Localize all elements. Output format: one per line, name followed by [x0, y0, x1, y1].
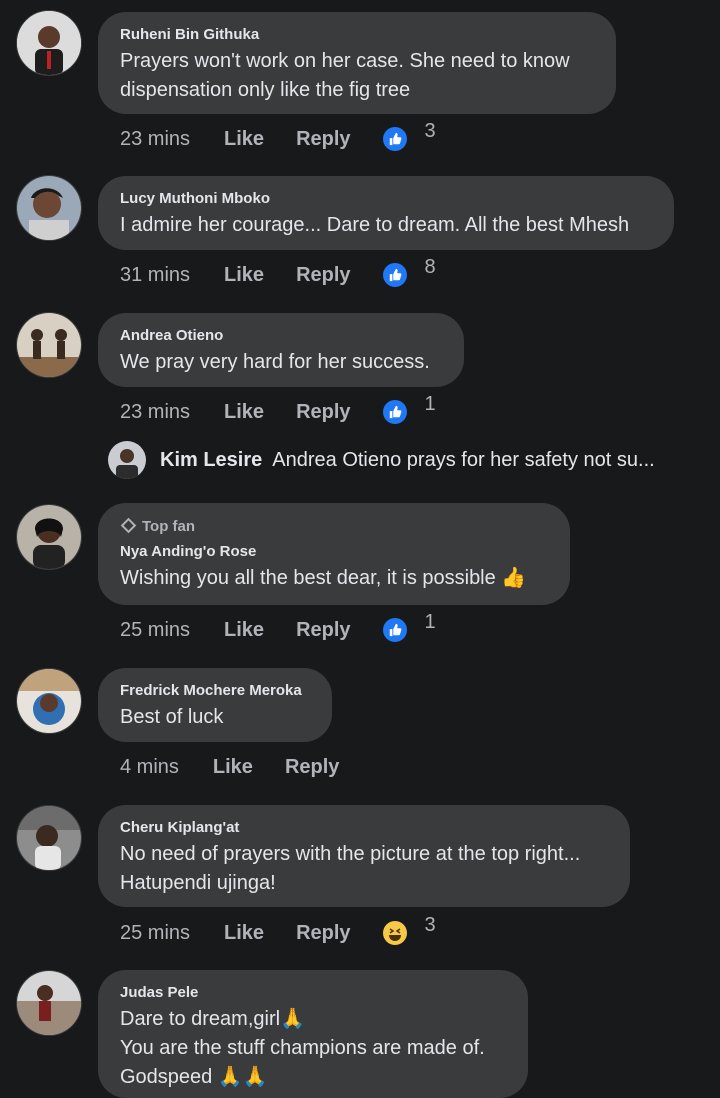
comment-time[interactable]: 25 mins	[120, 619, 190, 642]
folded-hands-emoji: 🙏🙏	[217, 1066, 268, 1088]
comment-author[interactable]: Cheru Kiplang'at	[120, 819, 608, 837]
reaction-count[interactable]: 3	[425, 120, 436, 143]
comment-text: Best of luck	[120, 706, 224, 728]
laughing-face-icon[interactable]	[382, 921, 407, 945]
comment-text: I admire her courage... Dare to dream. A…	[120, 214, 630, 236]
comment-text-line-text: Dare to dream,girl	[120, 1008, 281, 1030]
reply-author[interactable]: Kim Lesire	[160, 449, 262, 472]
comment-bubble: Judas Pele Dare to dream,girl🙏 You are t…	[98, 970, 528, 1098]
comment-text-line: Hatupendi ujinga!	[120, 872, 276, 894]
avatar[interactable]	[16, 805, 82, 871]
comment-meta: 25 mins Like Reply 1	[120, 611, 436, 645]
avatar[interactable]	[16, 175, 82, 241]
like-button[interactable]: Like	[224, 264, 264, 287]
comment-text: We pray very hard for her success.	[120, 351, 430, 373]
avatar[interactable]	[108, 441, 146, 479]
avatar[interactable]	[16, 504, 82, 570]
comment-author[interactable]: Ruheni Bin Githuka	[120, 26, 594, 44]
comment-time[interactable]: 31 mins	[120, 264, 190, 287]
reply-button[interactable]: Reply	[296, 264, 350, 287]
comment-text-line: Dare to dream,girl🙏	[120, 1005, 506, 1034]
like-button[interactable]: Like	[224, 128, 264, 151]
reply-button[interactable]: Reply	[296, 401, 350, 424]
comment-bubble: Cheru Kiplang'at No need of prayers with…	[98, 805, 630, 907]
comment-bubble: Andrea Otieno We pray very hard for her …	[98, 313, 464, 387]
reply-button[interactable]: Reply	[296, 128, 350, 151]
thumbs-up-icon[interactable]	[382, 618, 407, 642]
comment-author[interactable]: Nya Anding'o Rose	[120, 543, 548, 561]
comment-bubble: Lucy Muthoni Mboko I admire her courage.…	[98, 176, 674, 250]
comment-text: Prayers won't work on her case. She need…	[120, 47, 594, 105]
like-button[interactable]: Like	[224, 922, 264, 945]
comment-text: No need of prayers with the picture at t…	[120, 840, 608, 898]
comment-meta: 23 mins Like Reply 3	[120, 120, 436, 154]
reaction-count[interactable]: 3	[425, 914, 436, 937]
thumbs-up-icon[interactable]	[382, 400, 407, 424]
comment-author[interactable]: Andrea Otieno	[120, 327, 442, 345]
avatar[interactable]	[16, 312, 82, 378]
comment-meta: 25 mins Like Reply 3	[120, 914, 436, 948]
like-button[interactable]: Like	[224, 401, 264, 424]
comment-text-line: Godspeed 🙏🙏	[120, 1063, 506, 1092]
top-fan-badge: Top fan	[120, 517, 548, 537]
reply-button[interactable]: Reply	[296, 922, 350, 945]
badge-label: Top fan	[142, 518, 196, 535]
comment-text: Wishing you all the best dear, it is pos…	[120, 564, 548, 593]
reply-button[interactable]: Reply	[296, 619, 350, 642]
comment-time[interactable]: 23 mins	[120, 401, 190, 424]
comment-bubble: Fredrick Mochere Meroka Best of luck	[98, 668, 332, 742]
folded-hands-emoji: 🙏	[280, 1008, 305, 1030]
comment-bubble: Ruheni Bin Githuka Prayers won't work on…	[98, 12, 616, 114]
comment-meta: 31 mins Like Reply 8	[120, 256, 436, 290]
thumbs-up-emoji: 👍	[501, 567, 527, 589]
avatar[interactable]	[16, 668, 82, 734]
reply-button[interactable]: Reply	[285, 756, 339, 779]
reaction-count[interactable]: 1	[425, 393, 436, 416]
like-button[interactable]: Like	[224, 619, 264, 642]
avatar[interactable]	[16, 10, 82, 76]
comment-text-line: You are the stuff champions are made of.	[120, 1037, 485, 1059]
comment-text-line-text: Godspeed	[120, 1066, 213, 1088]
comment-author[interactable]: Fredrick Mochere Meroka	[120, 682, 310, 700]
comment-author[interactable]: Lucy Muthoni Mboko	[120, 190, 652, 208]
thumbs-up-icon[interactable]	[382, 127, 407, 151]
diamond-icon	[120, 517, 137, 534]
comment-time[interactable]: 23 mins	[120, 128, 190, 151]
comment-text-line: dispensation only like the fig tree	[120, 79, 411, 101]
comment-text-line: Wishing you all the best dear, it is pos…	[120, 567, 496, 589]
comment-time[interactable]: 25 mins	[120, 922, 190, 945]
comment-meta: 23 mins Like Reply 1	[120, 393, 436, 427]
comment-text-line: No need of prayers with the picture at t…	[120, 843, 581, 865]
reaction-count[interactable]: 1	[425, 611, 436, 634]
comment-meta: 4 mins Like Reply	[120, 752, 371, 782]
reply-preview[interactable]: Kim Lesire Andrea Otieno prays for her s…	[108, 441, 655, 479]
thumbs-up-icon[interactable]	[382, 263, 407, 287]
comment-text-line: Prayers won't work on her case. She need…	[120, 50, 570, 72]
reaction-count[interactable]: 8	[425, 256, 436, 279]
comment-text: Dare to dream,girl🙏 You are the stuff ch…	[120, 1005, 506, 1092]
like-button[interactable]: Like	[213, 756, 253, 779]
comment-bubble: Top fan Nya Anding'o Rose Wishing you al…	[98, 503, 570, 605]
comment-author[interactable]: Judas Pele	[120, 984, 506, 1002]
reply-text[interactable]: Andrea Otieno prays for her safety not s…	[272, 449, 654, 472]
avatar[interactable]	[16, 970, 82, 1036]
comment-time[interactable]: 4 mins	[120, 756, 179, 779]
